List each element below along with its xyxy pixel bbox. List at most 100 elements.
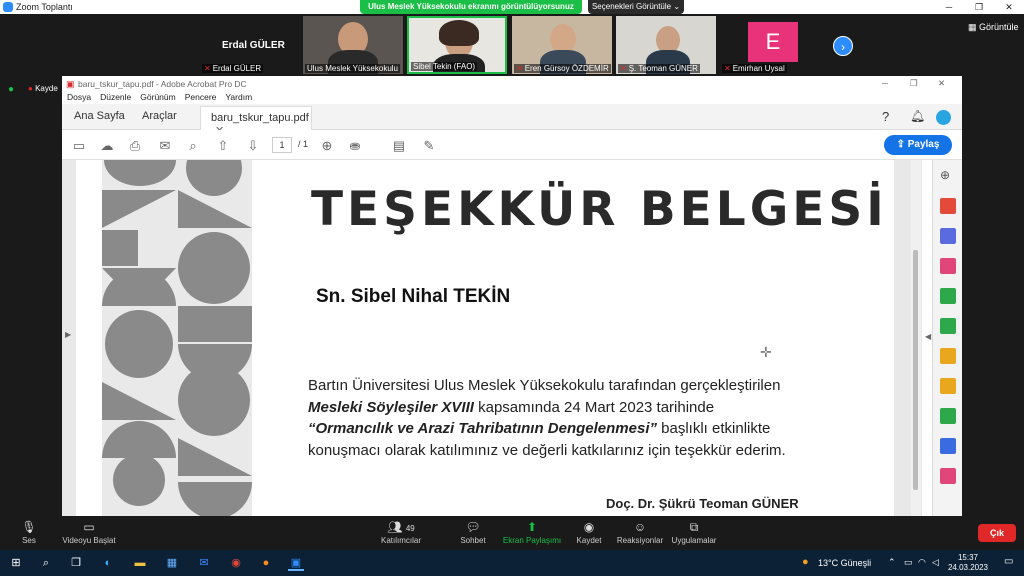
participant-tile[interactable]: Sibel Tekin (FAO): [407, 16, 507, 74]
mail-icon[interactable]: ✉: [196, 555, 212, 571]
view-options-button[interactable]: Seçenekleri Görüntüle ⌄: [588, 0, 684, 14]
page-down-icon[interactable]: ⇩: [244, 137, 262, 155]
recording-label: Kayde: [35, 84, 58, 93]
menu-help[interactable]: Yardım: [225, 92, 252, 102]
right-panel-toggle-icon[interactable]: ◀: [925, 332, 931, 341]
email-icon[interactable]: ✉: [156, 137, 174, 155]
combine-files-icon[interactable]: [940, 228, 956, 244]
weather-icon: ●: [802, 556, 809, 568]
video-strip: Erdal GÜLER ✕ Erdal GÜLER Ulus Meslek Yük…: [0, 14, 1024, 76]
next-page-arrow-icon[interactable]: ›: [833, 36, 853, 56]
leave-button[interactable]: Çık: [978, 524, 1016, 542]
participant-tile[interactable]: Ulus Meslek Yüksekokulu: [303, 16, 403, 74]
export-pdf-icon[interactable]: [940, 198, 956, 214]
bell-icon[interactable]: 🔔︎: [910, 109, 925, 123]
chrome-icon[interactable]: ◉: [228, 555, 244, 571]
reactions-button[interactable]: ☺ Reaksiyonlar: [616, 520, 664, 545]
start-video-button[interactable]: ▭ Videoyu Başlat: [58, 520, 120, 545]
windows-start-icon[interactable]: ⊞: [8, 555, 24, 571]
audio-button[interactable]: 🎙︎ Ses: [14, 520, 44, 545]
share-screen-button[interactable]: ⬆ Ekran Paylaşımı: [502, 520, 562, 545]
volume-icon[interactable]: ◁: [932, 557, 939, 568]
menu-edit[interactable]: Düzenle: [100, 92, 131, 102]
menu-file[interactable]: Dosya: [67, 92, 91, 102]
chat-button[interactable]: 💬︎ Sohbet: [456, 520, 490, 545]
organize-pages-icon[interactable]: [940, 258, 956, 274]
search-icon[interactable]: ⌕: [38, 555, 54, 571]
maximize-icon[interactable]: ❐: [910, 78, 918, 89]
clock[interactable]: 15:37 24.03.2023: [948, 553, 988, 573]
cursor-icon: ✛: [760, 344, 772, 360]
file-explorer-icon[interactable]: ▬: [132, 555, 148, 571]
comment-tool-icon[interactable]: [940, 378, 956, 394]
print-production-icon[interactable]: [940, 408, 956, 424]
fit-page-icon[interactable]: ⛂: [346, 137, 364, 155]
pen-icon[interactable]: ✎: [420, 137, 438, 155]
page-number-input[interactable]: 1: [272, 137, 292, 153]
muted-mic-icon: ✕: [724, 64, 731, 73]
participants-button[interactable]: 👥︎ 49 Katılımcılar: [378, 520, 424, 545]
view-button[interactable]: ▦ Görüntüle: [968, 22, 1019, 33]
apps-button[interactable]: ⧉ Uygulamalar: [670, 520, 718, 545]
menu-view[interactable]: Görünüm: [140, 92, 175, 102]
scrollbar-thumb[interactable]: [913, 250, 918, 490]
request-signature-icon[interactable]: [940, 348, 956, 364]
upload-icon[interactable]: ☁: [98, 137, 116, 155]
certificate-title: TEŞEKKÜR BELGESİ: [311, 182, 888, 237]
grid-icon: ▦: [968, 22, 977, 32]
account-icon[interactable]: [936, 110, 951, 125]
share-button[interactable]: ⇪ Paylaş: [884, 135, 952, 155]
participant-name: ✕ Erdal GÜLER: [202, 64, 264, 73]
close-icon[interactable]: ✕: [938, 78, 945, 89]
zoom-controls: 🎙︎ Ses ▭ Videoyu Başlat 👥︎ 49 Katılımcılar …: [0, 516, 1024, 550]
zoom-app-icon[interactable]: ▣: [288, 555, 304, 571]
zoom-tool-icon[interactable]: ⊕: [940, 168, 956, 184]
edge-icon[interactable]: ◐: [100, 555, 116, 571]
recording-indicator[interactable]: ● Kayde: [28, 84, 58, 93]
help-icon[interactable]: ?: [882, 109, 889, 124]
wifi-icon[interactable]: ◠: [918, 557, 926, 568]
export-icon[interactable]: [940, 288, 956, 304]
edit-pdf-icon[interactable]: [940, 318, 956, 334]
network-icon[interactable]: ▭: [904, 557, 913, 568]
certificate-signer: Doç. Dr. Şükrü Teoman GÜNER: [606, 496, 799, 511]
certificate-body: Bartın Üniversitesi Ulus Meslek Yüksekok…: [308, 375, 828, 461]
zoom-icon[interactable]: ⊕: [318, 137, 336, 155]
participant-tile[interactable]: ✕ Eren Gürsoy ÖZDEMİR: [512, 16, 612, 74]
left-panel-toggle-icon[interactable]: ▶: [65, 330, 71, 339]
muted-mic-icon: ✕: [516, 64, 523, 73]
participant-tile[interactable]: Erdal GÜLER ✕ Erdal GÜLER: [200, 16, 300, 74]
tab-document[interactable]: baru_tskur_tapu.pdf ✕: [200, 106, 312, 137]
record-button[interactable]: ◉ Kaydet: [574, 520, 604, 545]
maximize-icon[interactable]: ❐: [964, 0, 994, 14]
search-icon[interactable]: ⌕: [184, 137, 202, 155]
firefox-icon[interactable]: ●: [258, 555, 274, 571]
minimize-icon[interactable]: ─: [934, 0, 964, 14]
print-icon[interactable]: ⎙: [126, 137, 144, 155]
page-up-icon[interactable]: ⇧: [214, 137, 232, 155]
close-icon[interactable]: ✕: [994, 0, 1024, 14]
share-screen-icon: ⬆: [526, 520, 538, 534]
vertical-scrollbar[interactable]: [911, 160, 921, 516]
body-line-1: Bartın Üniversitesi Ulus Meslek Yüksekok…: [308, 377, 781, 394]
save-icon[interactable]: ▭: [70, 137, 88, 155]
comment-icon[interactable]: ▤: [390, 137, 408, 155]
participant-tile[interactable]: ✕ Ş. Teoman GÜNER: [616, 16, 716, 74]
weather-text[interactable]: 13°C Güneşli: [818, 558, 871, 568]
zoom-logo-icon: [3, 2, 13, 12]
menu-window[interactable]: Pencere: [185, 92, 217, 102]
fill-sign-icon[interactable]: [940, 468, 956, 484]
task-view-icon[interactable]: ❐: [68, 555, 84, 571]
store-icon[interactable]: ▦: [164, 555, 180, 571]
notification-icon[interactable]: ▭: [1004, 556, 1013, 567]
participant-tile[interactable]: E ✕ Emirhan Uysal: [720, 16, 820, 74]
minimize-icon[interactable]: ─: [882, 78, 888, 88]
document-area[interactable]: ▶ TEŞEKKÜR BELGESİ Sn. Sibel Nihal TEKİN…: [62, 160, 922, 516]
tab-home[interactable]: Ana Sayfa: [74, 110, 125, 122]
chat-icon: 💬︎: [465, 520, 481, 534]
muted-mic-icon: ✕: [204, 64, 211, 73]
tab-tools[interactable]: Araçlar: [142, 110, 177, 122]
share-icon: ⇪: [896, 139, 905, 150]
tray-chevron-icon[interactable]: ⌃: [888, 557, 896, 568]
protect-icon[interactable]: [940, 438, 956, 454]
